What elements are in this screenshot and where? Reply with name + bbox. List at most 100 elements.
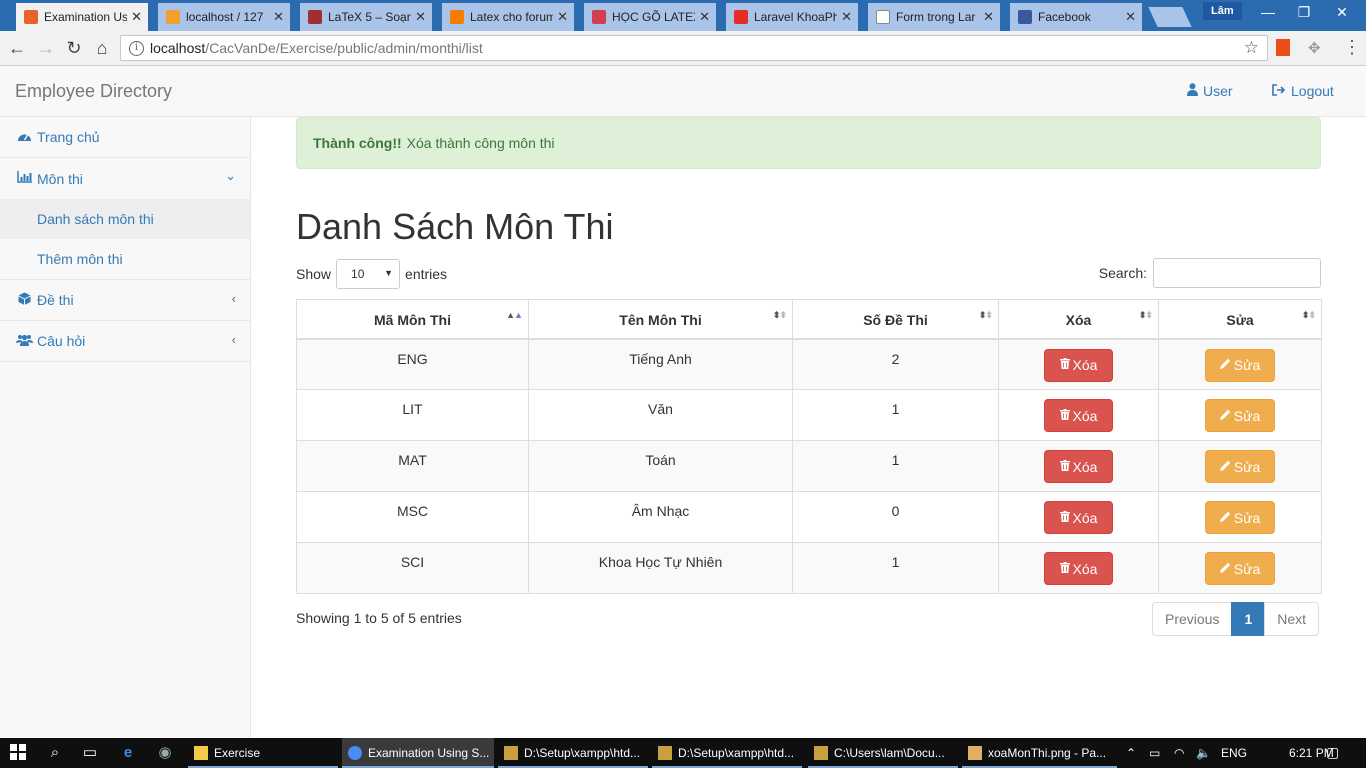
windows-start-icon[interactable] — [9, 744, 27, 762]
browser-tab[interactable]: Laravel KhoaPh ✕ — [726, 3, 858, 31]
close-icon[interactable]: ✕ — [131, 9, 142, 25]
eclipse-icon[interactable]: ◉ — [156, 744, 174, 762]
browser-tab-strip: Examination Us ✕ localhost / 127 ✕ LaTeX… — [0, 0, 1366, 31]
tab-title: Examination Us — [44, 10, 128, 24]
column-header-edit[interactable]: Sửa ⬍⬍ — [1158, 299, 1322, 340]
volume-icon[interactable]: 🔈 — [1196, 746, 1211, 760]
browser-tab[interactable]: Examination Us ✕ — [16, 3, 148, 31]
taskbar-app[interactable]: D:\Setup\xampp\htd... — [652, 738, 802, 768]
cell-count: 1 — [792, 440, 999, 492]
home-icon[interactable]: ⌂ — [91, 37, 113, 59]
taskbar-app[interactable]: Exercise — [188, 738, 338, 768]
sidebar-item-questions[interactable]: Câu hỏi ‹ — [0, 321, 250, 362]
app-icon — [658, 746, 672, 760]
browser-tab[interactable]: Facebook ✕ — [1010, 3, 1142, 31]
entries-select[interactable]: 10 ▼ — [336, 259, 401, 289]
edge-icon[interactable]: e — [119, 744, 137, 762]
task-view-icon[interactable]: ▭ — [81, 744, 99, 762]
extension-icon[interactable]: ✥ — [1308, 39, 1321, 57]
browser-tab[interactable]: Latex cho forum ✕ — [442, 3, 574, 31]
delete-button[interactable]: Xóa — [1044, 501, 1113, 534]
close-icon[interactable]: ✕ — [415, 9, 426, 25]
edit-button[interactable]: Sửa — [1205, 501, 1275, 534]
back-icon[interactable]: ← — [6, 37, 28, 59]
logout-link[interactable]: Logout — [1272, 83, 1334, 99]
tab-title: HỌC GÕ LATEX — [612, 10, 696, 24]
new-tab-button[interactable] — [1148, 7, 1192, 27]
pencil-icon — [1219, 562, 1231, 576]
forward-icon[interactable]: → — [35, 37, 57, 59]
edit-button[interactable]: Sửa — [1205, 399, 1275, 432]
close-icon[interactable]: ✕ — [557, 9, 568, 25]
header-label: Số Đề Thi — [863, 311, 928, 328]
taskbar-app[interactable]: xoaMonThi.png - Pa... — [962, 738, 1117, 768]
browser-menu-icon[interactable]: ⋮ — [1343, 37, 1361, 58]
reload-icon[interactable]: ↻ — [63, 37, 85, 59]
close-icon[interactable]: ✕ — [1125, 9, 1136, 25]
search-icon[interactable]: ⌕ — [46, 744, 64, 762]
restore-icon[interactable]: ❐ — [1284, 4, 1324, 21]
edit-button-label: Sửa — [1233, 560, 1261, 577]
browser-tab[interactable]: Form trong Lar ✕ — [868, 3, 1000, 31]
address-bar[interactable]: i localhost/CacVanDe/Exercise/public/adm… — [120, 35, 1268, 61]
cell-code: MAT — [296, 440, 529, 492]
close-icon[interactable]: ✕ — [983, 9, 994, 25]
column-header-count[interactable]: Số Đề Thi ⬍⬍ — [792, 299, 999, 340]
delete-button[interactable]: Xóa — [1044, 450, 1113, 483]
delete-button[interactable]: Xóa — [1044, 399, 1113, 432]
facebook-icon — [1018, 10, 1032, 24]
logout-link-label: Logout — [1291, 83, 1334, 99]
search-input[interactable] — [1153, 258, 1321, 288]
column-header-name[interactable]: Tên Môn Thi ⬍⬍ — [528, 299, 793, 340]
delete-button-label: Xóa — [1072, 560, 1098, 577]
next-button[interactable]: Next — [1264, 602, 1320, 636]
edit-button[interactable]: Sửa — [1205, 450, 1275, 483]
entries-label: entries — [405, 266, 448, 282]
page-button-current[interactable]: 1 — [1231, 602, 1266, 636]
language-indicator[interactable]: ENG — [1221, 746, 1247, 760]
previous-button[interactable]: Previous — [1152, 602, 1233, 636]
close-icon[interactable]: ✕ — [841, 9, 852, 25]
chevron-up-icon[interactable]: ⌃ — [1126, 746, 1136, 760]
wifi-icon[interactable]: ◠ — [1174, 746, 1184, 760]
column-header-delete[interactable]: Xóa ⬍⬍ — [998, 299, 1159, 340]
profile-badge[interactable]: Lâm — [1203, 2, 1242, 20]
cell-name: Âm Nhạc — [528, 491, 793, 543]
browser-tab[interactable]: LaTeX 5 – Soạn ✕ — [300, 3, 432, 31]
taskbar-app[interactable]: Examination Using S... — [342, 738, 494, 768]
cell-name: Văn — [528, 389, 793, 441]
office-extension-icon[interactable] — [1276, 39, 1290, 56]
table-row: SCI Khoa Học Tự Nhiên 1 Xóa Sửa — [296, 542, 1322, 594]
delete-button[interactable]: Xóa — [1044, 552, 1113, 585]
sidebar-subitem-subject-add[interactable]: Thêm môn thi — [0, 239, 250, 279]
delete-button[interactable]: Xóa — [1044, 348, 1113, 382]
cell-delete: Xóa — [998, 440, 1159, 492]
column-header-code[interactable]: Mã Môn Thi ▲▲ — [296, 299, 529, 340]
taskbar-app[interactable]: C:\Users\lam\Docu... — [808, 738, 958, 768]
edit-button[interactable]: Sửa — [1205, 552, 1275, 585]
cell-name: Tiếng Anh — [528, 338, 793, 390]
taskbar-app[interactable]: D:\Setup\xampp\htd... — [498, 738, 648, 768]
bookmark-star-icon[interactable]: ☆ — [1244, 38, 1259, 58]
close-icon[interactable]: ✕ — [273, 9, 284, 25]
brand-title[interactable]: Employee Directory — [15, 81, 172, 102]
close-icon[interactable]: ✕ — [699, 9, 710, 25]
tab-favicon-icon — [450, 10, 464, 24]
window-close-icon[interactable]: ✕ — [1322, 4, 1362, 21]
browser-tab[interactable]: HỌC GÕ LATEX ✕ — [584, 3, 716, 31]
user-icon — [1187, 83, 1198, 99]
user-link[interactable]: User — [1187, 83, 1233, 99]
sidebar-item-exams[interactable]: Đề thi ‹ — [0, 280, 250, 321]
sidebar-item-home[interactable]: Trang chủ — [0, 117, 250, 158]
minimize-icon[interactable]: — — [1248, 4, 1288, 20]
browser-tab[interactable]: localhost / 127 ✕ — [158, 3, 290, 31]
edit-button[interactable]: Sửa — [1205, 348, 1275, 382]
battery-icon[interactable]: ▭ — [1149, 746, 1160, 760]
site-info-icon[interactable]: i — [129, 40, 144, 56]
notifications-icon[interactable]: ▢ — [1326, 744, 1339, 761]
taskbar-app-label: Examination Using S... — [368, 746, 490, 760]
chevron-left-icon: ‹ — [231, 332, 236, 347]
sidebar-item-subjects[interactable]: Môn thi ⌄ — [0, 158, 250, 199]
sidebar-subitem-subject-list[interactable]: Danh sách môn thi — [0, 199, 250, 239]
tab-title: localhost / 127 — [186, 10, 264, 24]
